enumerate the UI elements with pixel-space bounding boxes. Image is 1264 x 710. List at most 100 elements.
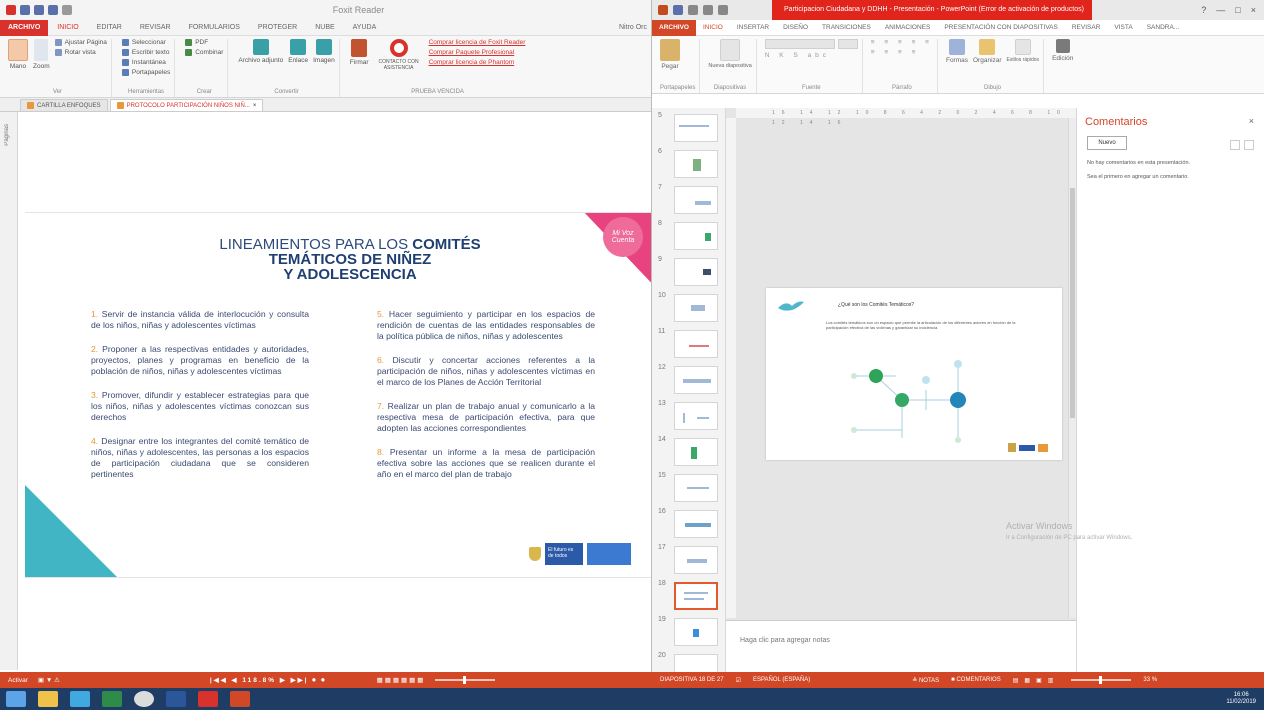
- ppt-zoom-slider[interactable]: [1071, 676, 1132, 684]
- combine-button[interactable]: Combinar: [185, 49, 223, 56]
- tab-transiciones[interactable]: TRANSICIONES: [815, 24, 878, 31]
- contact-support-button[interactable]: CONTACTO CON ASISTENCIA: [374, 39, 424, 71]
- buy-pro-link[interactable]: Comprar Paquete Profesional: [429, 49, 526, 56]
- undo-icon[interactable]: [62, 5, 72, 15]
- tab-inicio[interactable]: INICIO: [696, 24, 730, 31]
- font-name-select[interactable]: [764, 39, 835, 49]
- font-format-buttons[interactable]: N K S abc: [765, 52, 858, 59]
- tab-editar[interactable]: EDITAR: [88, 24, 131, 31]
- hand-tool-button[interactable]: Mano: [8, 39, 28, 70]
- tab-revisar[interactable]: REVISAR: [1065, 24, 1108, 31]
- doc-tab-protocolo[interactable]: PROTOCOLO PARTICIPACIÓN NIÑOS NIÑ... ×: [109, 99, 264, 111]
- font-size-select[interactable]: [837, 39, 858, 49]
- word-icon[interactable]: [166, 691, 186, 707]
- notes-toggle[interactable]: ≙ NOTAS: [912, 677, 939, 684]
- paste-button[interactable]: Pegar: [660, 39, 680, 70]
- slide-thumbnail-selected[interactable]: 18: [658, 580, 724, 614]
- slide-thumbnail[interactable]: 13: [658, 400, 724, 434]
- current-slide[interactable]: ¿Qué son los Comités Temáticos? Los comi…: [766, 288, 1062, 460]
- print-icon[interactable]: [48, 5, 58, 15]
- next-comment-icon[interactable]: [1244, 140, 1254, 150]
- status-tools[interactable]: ▣ ▼ ⚠: [38, 676, 60, 684]
- proofing-icon[interactable]: ☑: [736, 677, 741, 684]
- close-tab-icon[interactable]: ×: [253, 103, 257, 109]
- maximize-icon[interactable]: □: [1235, 5, 1240, 15]
- buy-phantom-link[interactable]: Comprar licencia de Phantom: [429, 59, 526, 66]
- image-button[interactable]: Imagen: [313, 39, 335, 64]
- align-buttons[interactable]: ≡ ≡ ≡ ≡: [871, 49, 933, 56]
- pdf-create-button[interactable]: PDF: [185, 39, 223, 46]
- language-indicator[interactable]: ESPAÑOL (ESPAÑA): [753, 677, 810, 683]
- notes-pane[interactable]: Haga clic para agregar notas: [726, 620, 1076, 672]
- sign-button[interactable]: Firmar: [350, 39, 369, 66]
- pdf-zoom-slider[interactable]: [435, 676, 496, 684]
- slide-thumbnail[interactable]: 17: [658, 544, 724, 578]
- tab-diseno[interactable]: DISEÑO: [776, 24, 815, 31]
- slide-editor[interactable]: 16 14 12 10 8 6 4 2 0 2 4 6 8 10 12 14 1…: [726, 108, 1076, 672]
- slide-thumbnail[interactable]: 20: [658, 652, 724, 672]
- rotate-view-button[interactable]: Rotar vista: [54, 49, 107, 56]
- clipboard-button[interactable]: Portapapeles: [121, 69, 170, 76]
- help-icon[interactable]: ?: [1201, 5, 1206, 15]
- slide-thumbnail[interactable]: 10: [658, 292, 724, 326]
- tab-archivo[interactable]: ARCHIVO: [652, 19, 696, 36]
- new-comment-button[interactable]: Nuevo: [1087, 136, 1127, 150]
- ppt-zoom-level[interactable]: 33 %: [1143, 677, 1157, 683]
- attachment-button[interactable]: Archivo adjunto: [238, 39, 283, 64]
- scrollbar-thumb[interactable]: [1070, 188, 1075, 418]
- zoom-button[interactable]: Zoom: [33, 39, 50, 70]
- slide-thumbnail[interactable]: 12: [658, 364, 724, 398]
- fit-page-button[interactable]: Ajustar Página: [54, 39, 107, 46]
- link-button[interactable]: Enlace: [288, 39, 308, 64]
- page-navigation[interactable]: |◀◀ ◀ 118.8% ▶ ▶▶| ⏺ ⏺: [210, 676, 327, 685]
- paragraph-buttons[interactable]: ≡ ≡ ≡ ≡ ≡: [871, 39, 933, 46]
- previous-comment-icon[interactable]: [1230, 140, 1240, 150]
- slide-thumbnail[interactable]: 15: [658, 472, 724, 506]
- excel-icon[interactable]: [102, 691, 122, 707]
- comments-toggle[interactable]: ■ COMENTARIOS: [951, 677, 1001, 683]
- tab-presentacion[interactable]: PRESENTACIÓN CON DIAPOSITIVAS: [937, 24, 1065, 31]
- minimize-icon[interactable]: —: [1216, 5, 1225, 15]
- activate-label[interactable]: Activar: [8, 677, 28, 684]
- save-icon[interactable]: [34, 5, 44, 15]
- tab-nube[interactable]: NUBE: [306, 24, 343, 31]
- tab-insertar[interactable]: INSERTAR: [730, 24, 776, 31]
- system-clock[interactable]: 16:06 11/02/2019: [1226, 692, 1256, 706]
- chrome-icon[interactable]: [134, 691, 154, 707]
- ppt-logo-icon[interactable]: [658, 5, 668, 15]
- start-slideshow-icon[interactable]: [718, 5, 728, 15]
- pdf-viewer[interactable]: Mi Voz Cuenta LINEAMIENTOS PARA LOS COMI…: [19, 112, 651, 670]
- doc-tab-cartilla[interactable]: CARTILLA ENFOQUES: [20, 99, 108, 111]
- tab-vista[interactable]: VISTA: [1107, 24, 1139, 31]
- slide-thumbnail[interactable]: 9: [658, 256, 724, 290]
- slide-thumbnail[interactable]: 8: [658, 220, 724, 254]
- quick-styles-button[interactable]: Estilos rápidos: [1007, 39, 1039, 63]
- account-name[interactable]: SANDRA...: [1140, 24, 1187, 31]
- slide-thumbnail[interactable]: 14: [658, 436, 724, 470]
- browser-icon[interactable]: [70, 691, 90, 707]
- slide-thumbnail[interactable]: 11: [658, 328, 724, 362]
- slide-thumbnail[interactable]: 16: [658, 508, 724, 542]
- tab-nitro[interactable]: Nitro Orc: [619, 24, 651, 31]
- redo-icon[interactable]: [703, 5, 713, 15]
- slide-thumbnail[interactable]: 5: [658, 112, 724, 146]
- close-icon[interactable]: ×: [1251, 5, 1256, 15]
- select-button[interactable]: Seleccionar: [121, 39, 170, 46]
- slide-thumbnail[interactable]: 19: [658, 616, 724, 650]
- close-pane-icon[interactable]: ×: [1249, 116, 1254, 128]
- tab-animaciones[interactable]: ANIMACIONES: [878, 24, 938, 31]
- file-explorer-icon[interactable]: [38, 691, 58, 707]
- start-button-icon[interactable]: [6, 691, 26, 707]
- arrange-button[interactable]: Organizar: [973, 39, 1002, 64]
- tab-archivo[interactable]: ARCHIVO: [0, 19, 49, 36]
- open-icon[interactable]: [20, 5, 30, 15]
- tab-proteger[interactable]: PROTEGER: [249, 24, 306, 31]
- foxit-icon[interactable]: [198, 691, 218, 707]
- typewriter-button[interactable]: Escribir texto: [121, 49, 170, 56]
- editing-button[interactable]: Edición: [1052, 39, 1073, 62]
- slide-thumbnails-pane[interactable]: 5 6 7 8 9 10 11 12 13 14 15 16 17 18 19 …: [652, 108, 726, 672]
- snapshot-button[interactable]: Instantánea: [121, 59, 170, 66]
- tab-ayuda[interactable]: AYUDA: [344, 24, 386, 31]
- pages-panel[interactable]: Páginas: [0, 112, 18, 670]
- tab-formularios[interactable]: FORMULARIOS: [180, 24, 249, 31]
